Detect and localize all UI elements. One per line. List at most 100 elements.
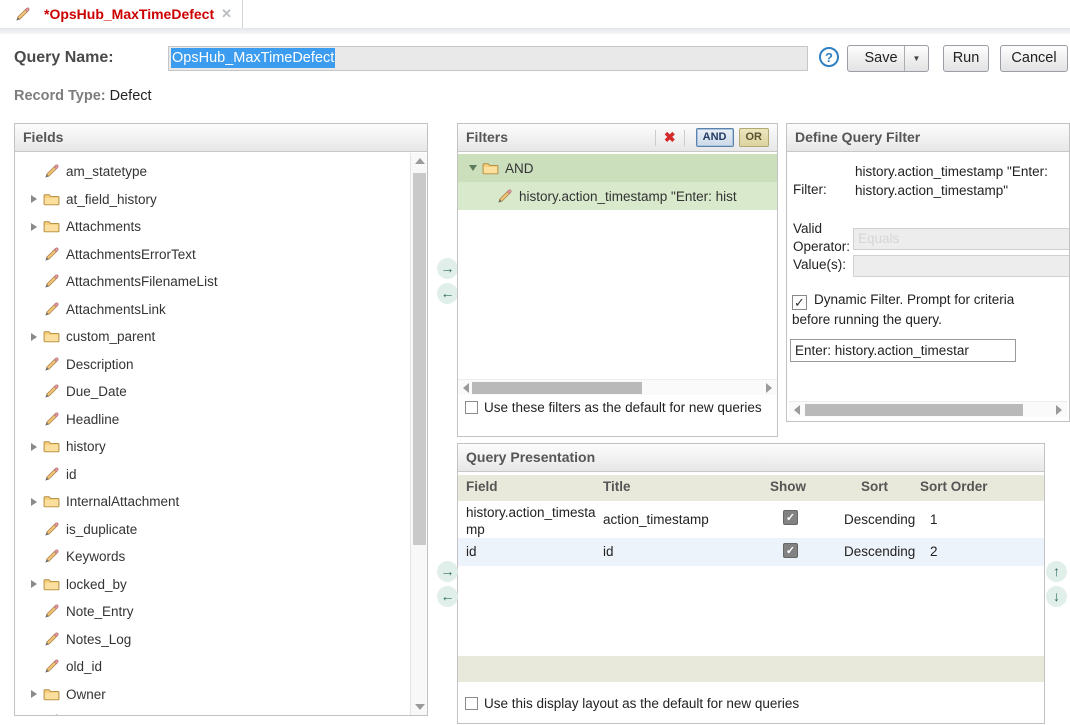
- query-presentation-panel: Query Presentation Field Title Show Sort…: [457, 443, 1045, 724]
- folder-icon: [43, 218, 60, 235]
- record-type-value: Defect: [110, 88, 152, 104]
- fields-tree-item[interactable]: Notes_Log: [15, 626, 427, 654]
- caret-right-icon[interactable]: [27, 690, 41, 698]
- fields-tree-item[interactable]: at_field_history: [15, 186, 427, 214]
- filters-panel: Filters ✖ AND OR AND history.action_time…: [457, 123, 778, 437]
- remove-column-arrow-icon[interactable]: ←: [437, 586, 458, 607]
- caret-right-icon[interactable]: [27, 498, 41, 506]
- caret-down-icon[interactable]: [466, 165, 480, 171]
- fields-tree-item-label: Attachments: [66, 219, 141, 234]
- fields-tree-item[interactable]: is_duplicate: [15, 516, 427, 544]
- scroll-up-icon[interactable]: [411, 153, 428, 169]
- cell-sort-order: 1: [930, 512, 938, 527]
- fields-tree: am_statetypeat_field_history Attachments A…: [15, 153, 427, 715]
- filter-tree-condition-node[interactable]: history.action_timestamp "Enter: hist: [458, 182, 777, 210]
- delete-filter-icon[interactable]: ✖: [662, 124, 678, 151]
- fields-tree-item[interactable]: custom_parent: [15, 323, 427, 351]
- fields-tree-item[interactable]: AttachmentsErrorText: [15, 241, 427, 269]
- fields-tree-item[interactable]: id: [15, 461, 427, 489]
- scroll-right-icon[interactable]: [761, 380, 777, 396]
- fields-tree-item[interactable]: AttachmentsLink: [15, 296, 427, 324]
- fields-vertical-scrollbar[interactable]: [410, 153, 427, 715]
- save-button[interactable]: Save ▼: [847, 45, 929, 72]
- or-button[interactable]: OR: [739, 128, 770, 147]
- valid-operator-label: Valid Operator:: [793, 220, 853, 256]
- scrollbar-thumb[interactable]: [413, 173, 426, 545]
- fields-tree-item[interactable]: Note_Entry: [15, 598, 427, 626]
- show-checkbox[interactable]: ✓: [783, 543, 798, 558]
- and-button[interactable]: AND: [696, 128, 734, 147]
- caret-right-icon[interactable]: [27, 333, 41, 341]
- tab-title: *OpsHub_MaxTimeDefect: [44, 6, 214, 22]
- table-row[interactable]: history.action_timestamp action_timestam…: [458, 501, 1044, 538]
- prompt-text-input[interactable]: Enter: history.action_timestar: [790, 339, 1016, 362]
- save-button-label[interactable]: Save: [848, 46, 904, 71]
- caret-right-icon[interactable]: [27, 443, 41, 451]
- tab-bar: *OpsHub_MaxTimeDefect ✕: [0, 0, 1070, 28]
- add-filter-arrow-icon[interactable]: →: [437, 258, 458, 279]
- pencil-icon: [43, 301, 60, 318]
- show-checkbox[interactable]: ✓: [783, 510, 798, 525]
- add-column-arrow-icon[interactable]: →: [437, 561, 458, 582]
- valid-operator-input[interactable]: Equals: [853, 228, 1070, 250]
- fields-tree-item[interactable]: Headline: [15, 406, 427, 434]
- caret-right-icon[interactable]: [27, 195, 41, 203]
- values-input[interactable]: [853, 255, 1070, 277]
- query-editor-page: *OpsHub_MaxTimeDefect ✕ Query Name: OpsH…: [0, 0, 1070, 725]
- layout-default-checkbox[interactable]: [465, 697, 478, 710]
- pencil-icon: [14, 6, 31, 23]
- dynamic-filter-checkbox[interactable]: ✓: [792, 295, 807, 310]
- cell-field: history.action_timestamp: [466, 504, 598, 538]
- filter-tree-and-node[interactable]: AND: [458, 154, 777, 182]
- help-icon[interactable]: ?: [819, 47, 839, 67]
- move-down-arrow-icon[interactable]: ↓: [1046, 586, 1067, 607]
- caret-right-icon[interactable]: [27, 580, 41, 588]
- fields-tree-item[interactable]: Attachments: [15, 213, 427, 241]
- fields-tree-item[interactable]: AttachmentsFilenameList: [15, 268, 427, 296]
- filters-default-checkbox-row: Use these filters as the default for new…: [465, 398, 765, 417]
- fields-panel: Fields am_statetypeat_field_historyAttac…: [14, 123, 428, 716]
- fields-tree-item[interactable]: Description: [15, 351, 427, 379]
- column-header-field: Field: [466, 479, 498, 494]
- run-button[interactable]: Run: [943, 45, 989, 72]
- save-dropdown-caret-icon[interactable]: ▼: [904, 46, 928, 71]
- define-horizontal-scrollbar[interactable]: [789, 401, 1067, 417]
- table-row[interactable]: id id ✓ Descending 2: [458, 538, 1044, 566]
- caret-right-icon[interactable]: [27, 223, 41, 231]
- fields-tree-item[interactable]: Keywords: [15, 543, 427, 571]
- values-label: Value(s):: [793, 257, 846, 272]
- filters-default-checkbox[interactable]: [465, 401, 478, 414]
- fields-tree-item-label: Keywords: [66, 549, 125, 564]
- fields-tree-item[interactable]: am_statetype: [15, 158, 427, 186]
- fields-tree-item[interactable]: Priority: [15, 708, 427, 715]
- fields-tree-item[interactable]: InternalAttachment: [15, 488, 427, 516]
- filters-horizontal-scrollbar[interactable]: [458, 379, 777, 395]
- remove-filter-arrow-icon[interactable]: ←: [437, 283, 458, 304]
- close-icon[interactable]: ✕: [221, 6, 232, 22]
- fields-tree-item-label: history: [66, 439, 106, 454]
- tab-query[interactable]: *OpsHub_MaxTimeDefect ✕: [0, 0, 243, 28]
- presentation-table-header: Field Title Show Sort Sort Order: [458, 475, 1044, 501]
- fields-tree-item-label: Priority: [66, 714, 108, 715]
- scrollbar-thumb[interactable]: [805, 404, 1023, 416]
- pencil-icon: [43, 521, 60, 538]
- fields-tree-item[interactable]: Due_Date: [15, 378, 427, 406]
- fields-tree-item[interactable]: history: [15, 433, 427, 461]
- scroll-left-icon[interactable]: [789, 402, 805, 418]
- fields-tree-item[interactable]: old_id: [15, 653, 427, 681]
- and-node-label: AND: [505, 161, 534, 176]
- fields-tree-item[interactable]: locked_by: [15, 571, 427, 599]
- query-name-input[interactable]: OpsHub_MaxTimeDefect: [168, 46, 808, 71]
- pencil-icon: [43, 163, 60, 180]
- presentation-footer-strip: [458, 656, 1044, 682]
- cancel-button[interactable]: Cancel: [1000, 45, 1068, 72]
- fields-tree-item-label: Description: [66, 357, 134, 372]
- folder-icon: [482, 160, 499, 177]
- dynamic-filter-label: Dynamic Filter. Prompt for criteria befo…: [792, 292, 1014, 327]
- pencil-icon: [43, 713, 60, 715]
- scrollbar-thumb[interactable]: [472, 382, 642, 394]
- fields-tree-item[interactable]: Owner: [15, 681, 427, 709]
- scroll-down-icon[interactable]: [411, 699, 428, 715]
- move-up-arrow-icon[interactable]: ↑: [1046, 561, 1067, 582]
- scroll-right-icon[interactable]: [1051, 402, 1067, 418]
